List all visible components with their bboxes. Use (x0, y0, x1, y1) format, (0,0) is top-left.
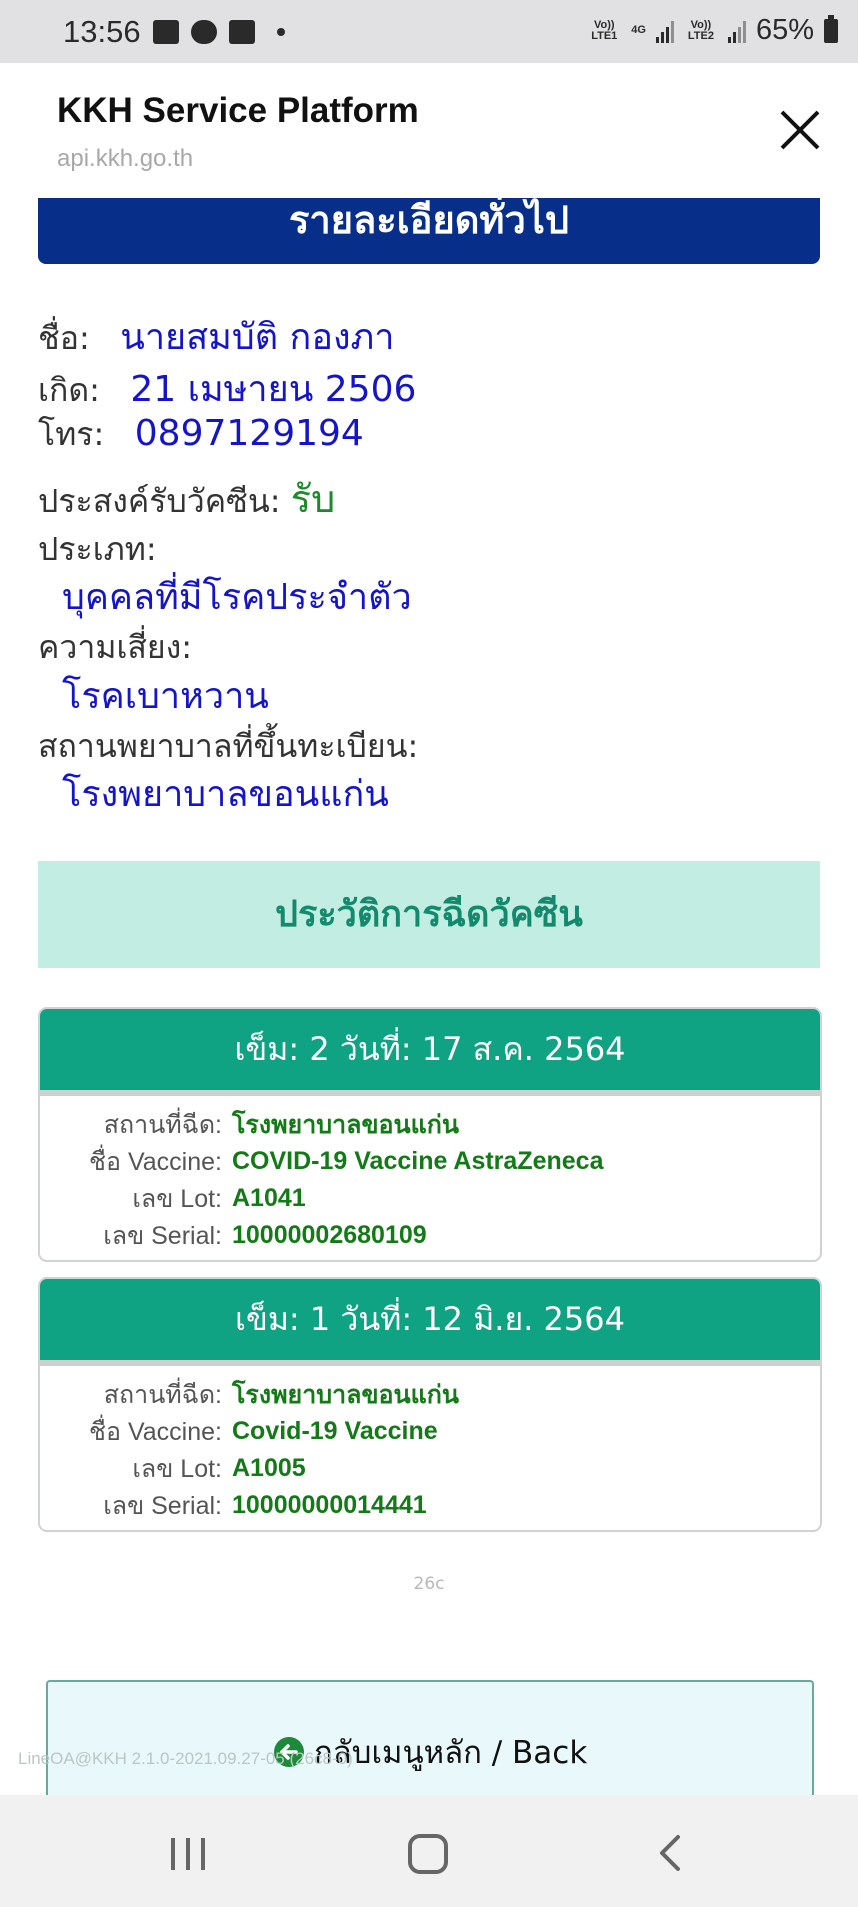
dose-vaccine-row: ชื่อ Vaccine: Covid-19 Vaccine (40, 1413, 820, 1450)
hospital-value-row: โรงพยาบาลขอนแก่น (38, 765, 838, 822)
close-icon (780, 110, 820, 150)
network1-label: Vo)) LTE1 (591, 18, 618, 42)
home-icon (408, 1834, 448, 1874)
phone-row: โทร: 0897129194 (38, 409, 838, 460)
hospital-value: โรงพยาบาลขอนแก่น (62, 774, 389, 815)
phone-value: 0897129194 (134, 413, 364, 454)
battery-percent: 65% (755, 14, 814, 46)
back-button-label: กลับเมนูหลัก / Back (314, 1735, 588, 1771)
type-value-row: บุคคลที่มีโรคประจำตัว (38, 568, 838, 625)
app-version-footer: LineOA@KKH 2.1.0-2021.09.27-05 (26c8-0) (18, 1749, 353, 1768)
back-button[interactable]: กลับเมนูหลัก / Back (46, 1680, 814, 1797)
vaccine-value: COVID-19 Vaccine AstraZeneca (232, 1147, 604, 1175)
risk-value: โรคเบาหวาน (62, 676, 269, 717)
type-value: บุคคลที่มีโรคประจำตัว (62, 577, 412, 618)
serial-value: 10000000014441 (232, 1491, 427, 1519)
lot-label: เลข Lot: (132, 1184, 222, 1213)
risk-value-row: โรคเบาหวาน (38, 667, 838, 724)
home-button[interactable] (399, 1825, 459, 1881)
dose-serial-row: เลข Serial: 10000000014441 (40, 1487, 820, 1524)
lot-value: A1005 (232, 1454, 306, 1482)
name-value: นายสมบัติ กองภา (120, 317, 395, 358)
dose-title: เข็ม: 2 วันที่: 17 ส.ค. 2564 (40, 1009, 820, 1096)
system-nav-bar (0, 1795, 858, 1907)
chevron-left-icon (660, 1835, 680, 1871)
dose-lot-row: เลข Lot: A1005 (40, 1450, 820, 1487)
dose-card: เข็ม: 2 วันที่: 17 ส.ค. 2564 สถานที่ฉีด:… (38, 1007, 822, 1262)
browser-header: KKH Service Platform api.kkh.go.th (0, 63, 858, 198)
vaccination-history-header: ประวัติการฉีดวัคซีน (38, 861, 820, 968)
serial-label: เลข Serial: (103, 1221, 222, 1250)
lot-label: เลข Lot: (132, 1454, 222, 1483)
birth-label: เกิด: (38, 371, 100, 409)
vaccine-intent-row: ประสงค์รับวัคซีน: รับ (38, 468, 838, 529)
close-button[interactable] (778, 108, 822, 152)
place-label: สถานที่ฉีด: (103, 1380, 222, 1409)
signal2-icon (727, 19, 746, 43)
back-nav-button[interactable] (640, 1825, 700, 1881)
version-code: 26c (413, 1574, 445, 1594)
vaccine-label: ชื่อ Vaccine: (89, 1417, 222, 1446)
calendar-icon (229, 20, 255, 44)
vaccine-label: ชื่อ Vaccine: (89, 1147, 222, 1176)
serial-value: 10000002680109 (232, 1221, 427, 1249)
name-label: ชื่อ: (38, 319, 90, 357)
status-time: 13:56 (63, 14, 141, 49)
recents-button[interactable] (158, 1825, 218, 1881)
vaccine-value: Covid-19 Vaccine (232, 1417, 438, 1445)
dose-place-row: สถานที่ฉีด: โรงพยาบาลขอนแก่น (40, 1376, 820, 1413)
place-value: โรงพยาบาลขอนแก่น (232, 1380, 459, 1409)
line-icon (191, 20, 217, 44)
birth-value: 21 เมษายน 2506 (130, 369, 417, 410)
notification-icons (153, 20, 285, 44)
network-type-label: 4G (631, 24, 646, 36)
status-bar: 13:56 Vo)) LTE1 4G Vo)) LTE2 65% (0, 0, 858, 63)
dose-card: เข็ม: 1 วันที่: 12 มิ.ย. 2564 สถานที่ฉีด… (38, 1277, 822, 1532)
system-icons: Vo)) LTE1 4G Vo)) LTE2 65% (587, 14, 838, 47)
gallery-icon (153, 20, 179, 44)
phone-label: โทร: (38, 415, 105, 453)
dose-serial-row: เลข Serial: 10000002680109 (40, 1217, 820, 1254)
page-title: KKH Service Platform (57, 91, 419, 130)
name-row: ชื่อ: นายสมบัติ กองภา (38, 308, 838, 365)
vaccine-intent-label: ประสงค์รับวัคซีน: (38, 482, 281, 520)
recents-icon (171, 1838, 205, 1870)
general-details-header: รายละเอียดทั่วไป (38, 198, 820, 264)
dose-lot-row: เลข Lot: A1041 (40, 1180, 820, 1217)
dose-place-row: สถานที่ฉีด: โรงพยาบาลขอนแก่น (40, 1106, 820, 1143)
dose-vaccine-row: ชื่อ Vaccine: COVID-19 Vaccine AstraZenec… (40, 1143, 820, 1180)
risk-label: ความเสี่ยง: (38, 628, 193, 666)
place-label: สถานที่ฉีด: (103, 1110, 222, 1139)
signal1-icon (655, 19, 674, 43)
lot-value: A1041 (232, 1184, 306, 1212)
battery-icon (824, 14, 838, 43)
dose-title: เข็ม: 1 วันที่: 12 มิ.ย. 2564 (40, 1279, 820, 1366)
serial-label: เลข Serial: (103, 1491, 222, 1520)
place-value: โรงพยาบาลขอนแก่น (232, 1110, 459, 1139)
network2-label: Vo)) LTE2 (687, 18, 714, 42)
page-url: api.kkh.go.th (57, 145, 194, 172)
vaccine-intent-value: รับ (290, 477, 336, 521)
more-notifications-icon (277, 28, 285, 36)
